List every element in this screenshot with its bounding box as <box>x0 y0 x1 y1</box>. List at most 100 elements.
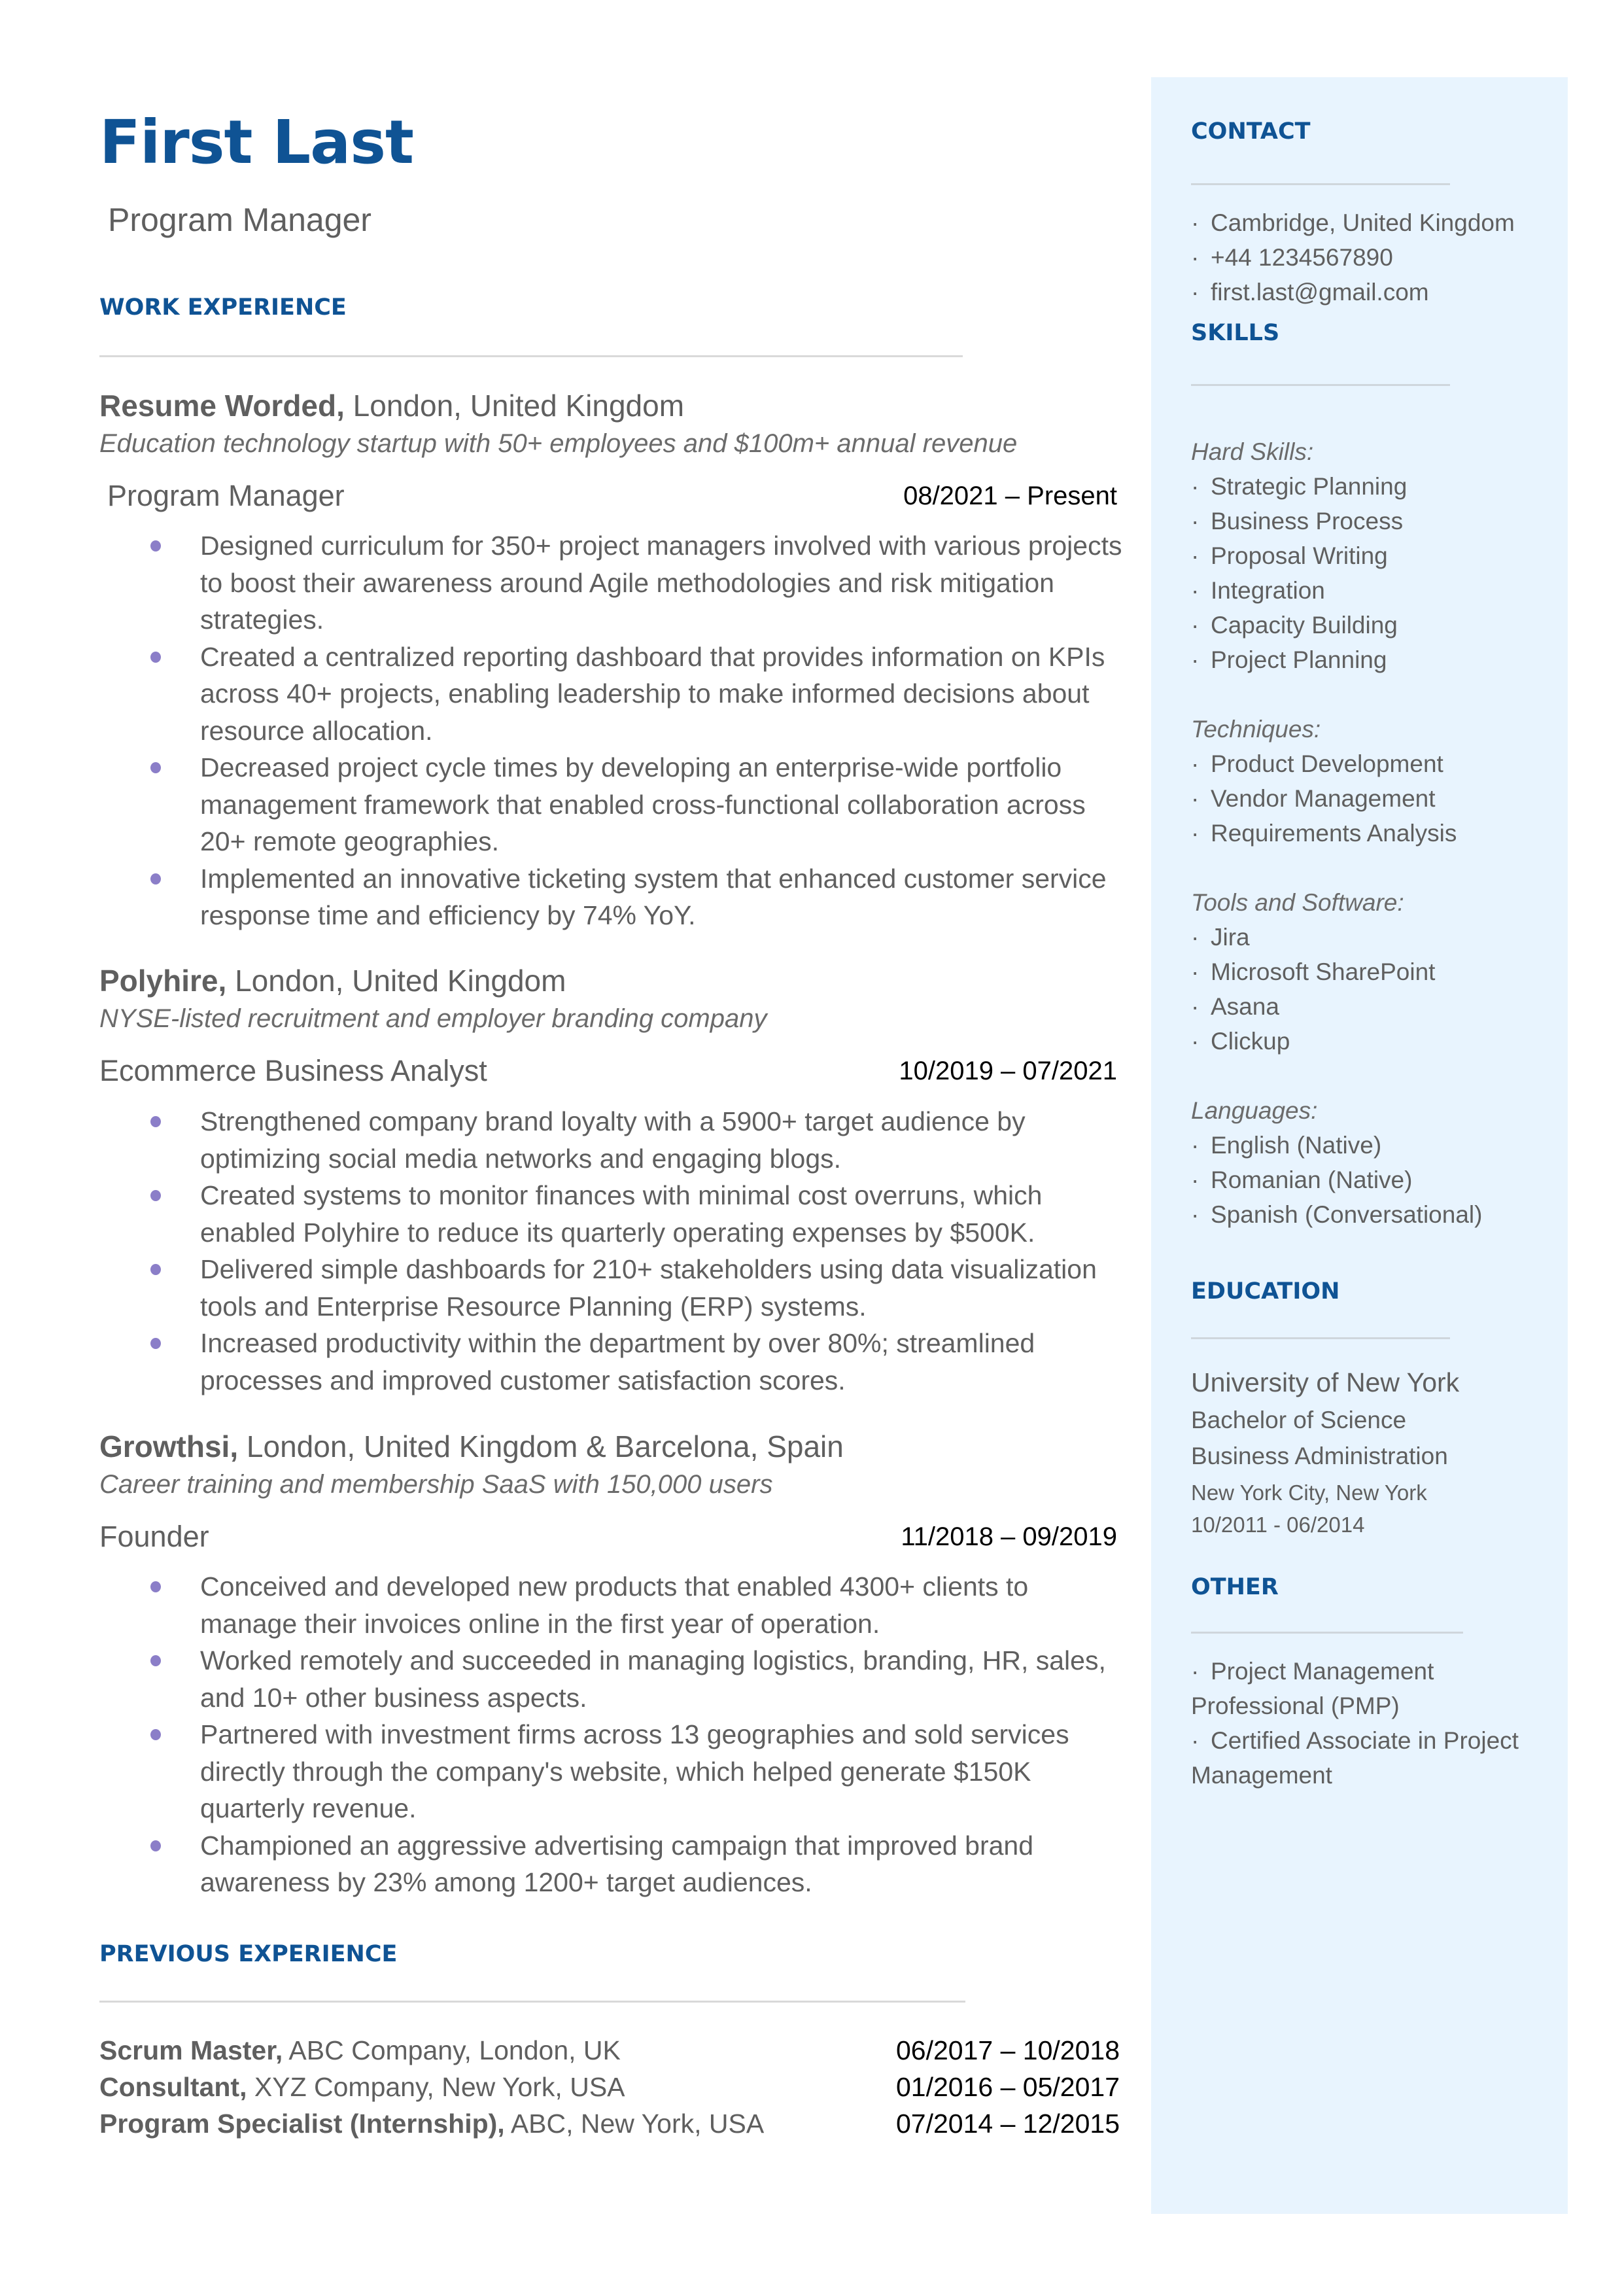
contact-heading: CONTACT <box>1191 118 1311 145</box>
skill-item: · Product Development <box>1191 746 1557 781</box>
bullet-icon: · <box>1191 542 1200 569</box>
education-location: New York City, New York <box>1191 1480 1427 1505</box>
section-divider <box>99 355 963 357</box>
contact-list: · Cambridge, United Kingdom · +44 12345678… <box>1191 205 1557 309</box>
bullet-icon: · <box>1191 646 1200 673</box>
bullet-dot-icon <box>150 1338 161 1349</box>
section-divider <box>99 2001 965 2003</box>
job-company-line: Polyhire, London, United Kingdom <box>99 966 566 996</box>
education-dates: 10/2011 - 06/2014 <box>1191 1513 1365 1537</box>
job-company-line: Resume Worded, London, United Kingdom <box>99 391 684 421</box>
job-bullet: Created systems to monitor finances with… <box>139 1177 1126 1251</box>
contact-email[interactable]: · first.last@gmail.com <box>1191 275 1557 309</box>
job-dates: 11/2018 – 09/2019 <box>901 1522 1117 1551</box>
job-company: Growthsi, <box>99 1429 239 1463</box>
education-field: Business Administration <box>1191 1443 1448 1469</box>
spacer <box>1191 850 1557 885</box>
section-divider <box>1191 384 1450 386</box>
job-bullet: Designed curriculum for 350+ project man… <box>139 527 1126 639</box>
skill-item: · Project Planning <box>1191 642 1557 677</box>
spacer <box>1191 1059 1557 1093</box>
bullet-icon: · <box>1191 958 1200 985</box>
certification-item: · Project Management Professional (PMP) <box>1191 1654 1544 1723</box>
job-bullets: Designed curriculum for 350+ project man… <box>139 527 1126 934</box>
bullet-icon: · <box>1191 1658 1200 1685</box>
certification-item: · Certified Associate in Project Manageme… <box>1191 1723 1544 1793</box>
education-heading: EDUCATION <box>1191 1278 1340 1305</box>
skill-item: · Jira <box>1191 920 1557 955</box>
education-entry: University of New York Bachelor of Scien… <box>1191 1369 1557 1537</box>
bullet-icon: · <box>1191 785 1200 812</box>
skill-item: · Requirements Analysis <box>1191 816 1557 850</box>
job-description: NYSE-listed recruitment and employer bra… <box>99 1004 767 1033</box>
skill-item: · Proposal Writing <box>1191 538 1557 573</box>
previous-experience-list: Scrum Master, ABC Company, London, UK 06/… <box>99 2032 1120 2142</box>
previous-experience-dates: 01/2016 – 05/2017 <box>896 2072 1120 2102</box>
job-bullet: Strengthened company brand loyalty with … <box>139 1103 1126 1177</box>
bullet-dot-icon <box>150 540 161 552</box>
bullet-dot-icon <box>150 1655 161 1666</box>
job-company-line: Growthsi, London, United Kingdom & Barce… <box>99 1431 844 1462</box>
skills-category: Techniques: <box>1191 716 1321 743</box>
bullet-dot-icon <box>150 1190 161 1201</box>
bullet-icon: · <box>1191 244 1200 271</box>
job-bullet: Conceived and developed new products tha… <box>139 1568 1126 1642</box>
bullet-dot-icon <box>150 873 161 885</box>
bullet-dot-icon <box>150 1116 161 1127</box>
skills-category: Hard Skills: <box>1191 438 1314 465</box>
skill-item: · Business Process <box>1191 504 1557 538</box>
job-role: Program Manager <box>107 479 345 512</box>
job-bullets: Strengthened company brand loyalty with … <box>139 1103 1126 1399</box>
job-role: Founder <box>99 1520 209 1553</box>
job-bullet: Delivered simple dashboards for 210+ sta… <box>139 1251 1126 1325</box>
bullet-icon: · <box>1191 1166 1200 1193</box>
section-divider <box>1191 1337 1450 1339</box>
previous-experience-heading: PREVIOUS EXPERIENCE <box>99 1941 398 1967</box>
bullet-dot-icon <box>150 651 161 663</box>
bullet-dot-icon <box>150 1729 161 1740</box>
job-dates: 08/2021 – Present <box>903 482 1117 510</box>
previous-experience-dates: 06/2017 – 10/2018 <box>896 2035 1120 2065</box>
bullet-dot-icon <box>150 1264 161 1275</box>
skill-item: · Strategic Planning <box>1191 469 1557 504</box>
contact-phone[interactable]: · +44 1234567890 <box>1191 240 1557 275</box>
skills-heading: SKILLS <box>1191 320 1280 346</box>
job-description: Career training and membership SaaS with… <box>99 1470 773 1499</box>
bullet-icon: · <box>1191 508 1200 534</box>
candidate-title: Program Manager <box>108 201 371 238</box>
sidebar: CONTACT · Cambridge, United Kingdom · +44 … <box>1151 77 1568 2214</box>
skill-item: · Asana <box>1191 989 1557 1024</box>
previous-experience-dates: 07/2014 – 12/2015 <box>896 2109 1120 2139</box>
bullet-icon: · <box>1191 209 1200 236</box>
section-divider <box>1191 183 1450 185</box>
skills-list: Hard Skills: · Strategic Planning · Busine… <box>1191 434 1557 1232</box>
previous-experience-item: Scrum Master, ABC Company, London, UK 06/… <box>99 2032 1120 2069</box>
bullet-icon: · <box>1191 924 1200 951</box>
job-company: Polyhire, <box>99 964 227 998</box>
job-location: London, United Kingdom <box>344 389 685 423</box>
bullet-icon: · <box>1191 279 1200 306</box>
work-experience-heading: WORK EXPERIENCE <box>99 294 347 321</box>
job-bullet: Championed an aggressive advertising cam… <box>139 1827 1126 1901</box>
job-bullet: Decreased project cycle times by develop… <box>139 749 1126 860</box>
bullet-icon: · <box>1191 577 1200 604</box>
previous-experience-item: Program Specialist (Internship), ABC, Ne… <box>99 2105 1120 2142</box>
bullet-icon: · <box>1191 1132 1200 1159</box>
skill-item: · English (Native) <box>1191 1128 1557 1163</box>
skills-category: Languages: <box>1191 1097 1318 1124</box>
skills-category: Tools and Software: <box>1191 889 1404 916</box>
bullet-icon: · <box>1191 1201 1200 1228</box>
skill-item: · Vendor Management <box>1191 781 1557 816</box>
job-bullets: Conceived and developed new products tha… <box>139 1568 1126 1901</box>
section-divider <box>1191 1632 1463 1634</box>
job-location: London, United Kingdom & Barcelona, Spai… <box>238 1429 844 1463</box>
skill-item: · Clickup <box>1191 1024 1557 1059</box>
bullet-icon: · <box>1191 993 1200 1020</box>
other-list: · Project Management Professional (PMP) ·… <box>1191 1654 1544 1793</box>
skill-item: · Microsoft SharePoint <box>1191 955 1557 989</box>
job-bullet: Increased productivity within the depart… <box>139 1325 1126 1399</box>
bullet-icon: · <box>1191 750 1200 777</box>
job-bullet: Worked remotely and succeeded in managin… <box>139 1642 1126 1716</box>
job-company: Resume Worded, <box>99 389 345 423</box>
bullet-icon: · <box>1191 1028 1200 1055</box>
